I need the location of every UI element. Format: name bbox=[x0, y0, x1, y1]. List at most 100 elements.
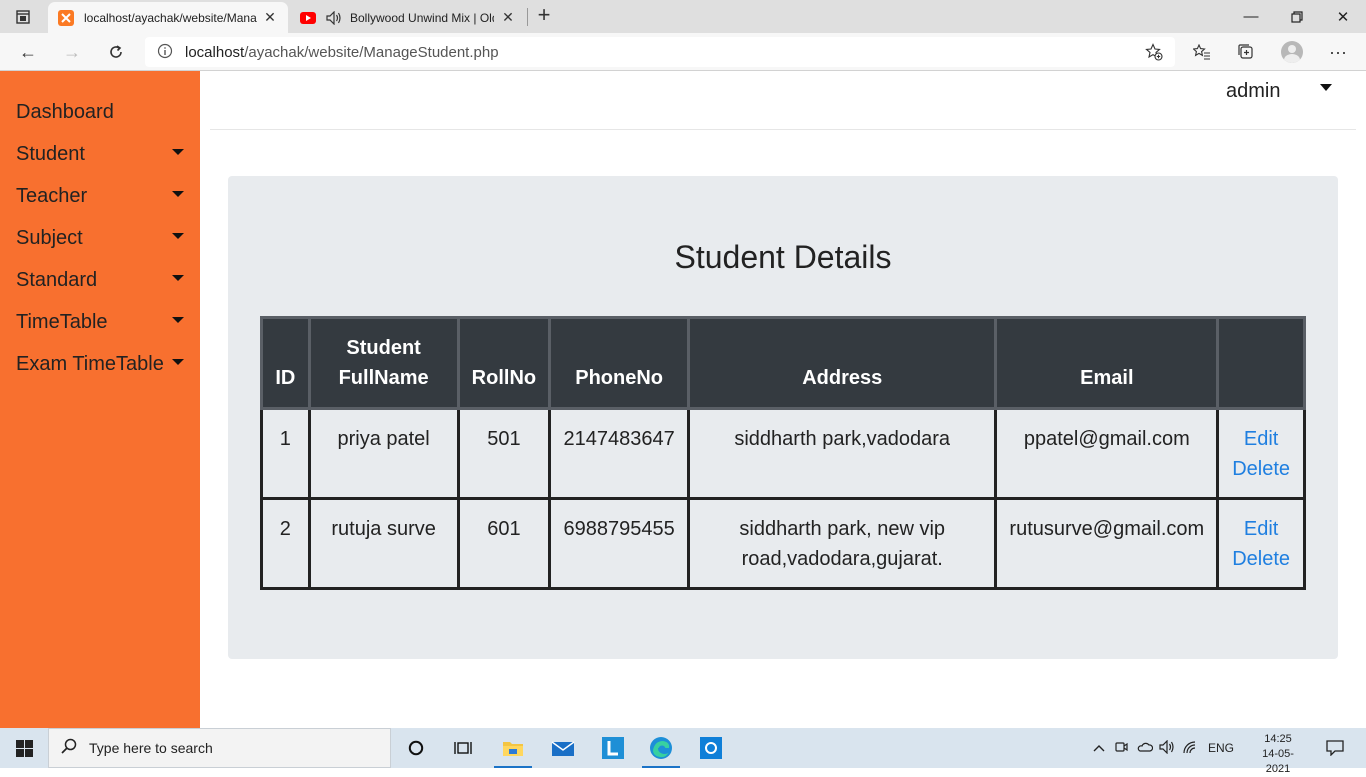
tab-youtube[interactable]: Bollywood Unwind Mix | Old ✕ bbox=[290, 2, 526, 33]
xampp-icon bbox=[58, 9, 74, 26]
table-header-row: ID Student FullName RollNo PhoneNo Addre… bbox=[260, 316, 1306, 410]
delete-link[interactable]: Delete bbox=[1227, 454, 1295, 484]
sidebar-item-label: Teacher bbox=[16, 184, 88, 207]
sidebar-item-label: Exam TimeTable bbox=[16, 352, 164, 375]
sidebar-item-label: TimeTable bbox=[16, 310, 108, 333]
avatar bbox=[1281, 41, 1303, 63]
search-icon bbox=[49, 738, 89, 759]
cell-rollno: 601 bbox=[456, 497, 552, 590]
caret-down-icon bbox=[172, 359, 184, 365]
mail-icon[interactable] bbox=[540, 728, 586, 768]
cell-rollno: 501 bbox=[456, 407, 552, 500]
column-header-phoneno: PhoneNo bbox=[548, 316, 691, 410]
sidebar: Dashboard Student Teacher Subject Standa… bbox=[0, 71, 200, 728]
browser-toolbar: ← → localhost/ayachak/website/ManageStud… bbox=[0, 33, 1366, 71]
column-header-id: ID bbox=[260, 316, 311, 410]
close-tab-icon[interactable]: ✕ bbox=[500, 9, 516, 26]
edge-browser-icon[interactable] bbox=[638, 728, 684, 768]
task-view-icon[interactable] bbox=[440, 728, 486, 768]
chevron-up-icon[interactable] bbox=[1090, 741, 1108, 755]
cell-id: 2 bbox=[260, 497, 311, 590]
cell-email: ppatel@gmail.com bbox=[994, 407, 1220, 500]
caret-down-icon bbox=[172, 191, 184, 197]
caret-down-icon bbox=[172, 149, 184, 155]
sidebar-item-subject[interactable]: Subject bbox=[16, 223, 192, 253]
search-placeholder: Type here to search bbox=[89, 740, 213, 756]
sidebar-item-student[interactable]: Student bbox=[16, 139, 192, 169]
profile-avatar[interactable] bbox=[1278, 39, 1306, 65]
column-header-fullname: Student FullName bbox=[307, 316, 460, 410]
cell-actions: Edit Delete bbox=[1216, 497, 1306, 590]
student-details-panel: Student Details ID Student FullName Roll… bbox=[228, 176, 1338, 659]
clock-time: 14:25 bbox=[1264, 733, 1292, 745]
volume-icon[interactable] bbox=[1156, 739, 1178, 757]
header-divider bbox=[210, 129, 1356, 130]
caret-down-icon bbox=[172, 233, 184, 239]
url-host: localhost bbox=[185, 43, 245, 61]
site-info-icon[interactable] bbox=[145, 43, 185, 62]
caret-down-icon bbox=[172, 275, 184, 281]
edit-link[interactable]: Edit bbox=[1227, 514, 1295, 544]
cell-address: siddharth park, new vip road,vadodara,gu… bbox=[687, 497, 998, 590]
tab-title: localhost/ayachak/website/Mana bbox=[84, 10, 257, 25]
system-tray: ENG bbox=[1090, 728, 1240, 768]
cell-id: 1 bbox=[260, 407, 311, 500]
file-explorer-icon[interactable] bbox=[490, 728, 536, 768]
cortana-app-icon[interactable] bbox=[688, 728, 734, 768]
meet-now-icon[interactable] bbox=[1108, 740, 1134, 757]
tab-localhost[interactable]: localhost/ayachak/website/Mana ✕ bbox=[48, 2, 288, 33]
language-indicator[interactable]: ENG bbox=[1202, 741, 1240, 755]
favorites-icon[interactable] bbox=[1188, 39, 1216, 65]
windows-start-icon[interactable] bbox=[0, 728, 48, 768]
edit-link[interactable]: Edit bbox=[1227, 424, 1295, 454]
table-row: 1 priya patel 501 2147483647 siddharth p… bbox=[260, 407, 1306, 500]
taskbar-clock[interactable]: 14:25 14-05-2021 bbox=[1250, 732, 1306, 777]
collections-icon[interactable] bbox=[1232, 39, 1260, 65]
cell-email: rutusurve@gmail.com bbox=[994, 497, 1220, 590]
wifi-icon[interactable] bbox=[1178, 740, 1202, 757]
add-favorite-icon[interactable] bbox=[1145, 43, 1163, 61]
more-options-icon[interactable]: ··· bbox=[1324, 39, 1352, 65]
cell-fullname: rutuja surve bbox=[307, 497, 460, 590]
sidebar-item-teacher[interactable]: Teacher bbox=[16, 181, 192, 211]
forward-icon[interactable]: → bbox=[58, 38, 86, 66]
cell-phoneno: 6988795455 bbox=[548, 497, 691, 590]
user-menu[interactable]: admin bbox=[1226, 80, 1280, 103]
tab-divider bbox=[527, 8, 528, 26]
column-header-address: Address bbox=[687, 316, 998, 410]
sidebar-item-standard[interactable]: Standard bbox=[16, 265, 192, 295]
column-header-email: Email bbox=[994, 316, 1220, 410]
refresh-icon[interactable] bbox=[102, 38, 130, 66]
cell-phoneno: 2147483647 bbox=[548, 407, 691, 500]
back-icon[interactable]: ← bbox=[14, 38, 42, 66]
new-tab-button[interactable]: + bbox=[533, 4, 555, 28]
close-window-icon[interactable]: ✕ bbox=[1320, 0, 1366, 33]
url-path: /ayachak/website/ManageStudent.php bbox=[244, 43, 499, 61]
caret-down-icon[interactable] bbox=[1320, 84, 1332, 91]
sidebar-item-timetable[interactable]: TimeTable bbox=[16, 307, 192, 337]
sidebar-item-label: Student bbox=[16, 142, 85, 165]
address-bar[interactable]: localhost/ayachak/website/ManageStudent.… bbox=[145, 37, 1175, 67]
url-text[interactable]: localhost/ayachak/website/ManageStudent.… bbox=[185, 44, 499, 61]
sidebar-item-dashboard[interactable]: Dashboard bbox=[16, 97, 192, 127]
youtube-icon bbox=[300, 10, 316, 26]
tab-actions-icon[interactable] bbox=[10, 6, 36, 28]
sidebar-item-label: Dashboard bbox=[16, 100, 114, 123]
cell-actions: Edit Delete bbox=[1216, 407, 1306, 500]
close-tab-icon[interactable]: ✕ bbox=[262, 9, 278, 26]
cell-fullname: priya patel bbox=[307, 407, 460, 500]
delete-link[interactable]: Delete bbox=[1227, 544, 1295, 574]
browser-tab-strip: localhost/ayachak/website/Mana ✕ Bollywo… bbox=[0, 0, 1366, 33]
restore-icon[interactable] bbox=[1274, 0, 1320, 33]
cortana-icon[interactable] bbox=[393, 728, 439, 768]
column-header-actions bbox=[1216, 316, 1306, 410]
taskbar-search-input[interactable]: Type here to search bbox=[48, 728, 391, 768]
sidebar-item-label: Subject bbox=[16, 226, 83, 249]
sidebar-item-exam-timetable[interactable]: Exam TimeTable bbox=[16, 349, 192, 379]
onedrive-icon[interactable] bbox=[1134, 741, 1156, 755]
minimize-icon[interactable]: — bbox=[1228, 0, 1274, 33]
speaker-icon[interactable] bbox=[326, 10, 342, 26]
notifications-icon[interactable] bbox=[1312, 728, 1358, 768]
table-row: 2 rutuja surve 601 6988795455 siddharth … bbox=[260, 497, 1306, 590]
lens-app-icon[interactable] bbox=[590, 728, 636, 768]
